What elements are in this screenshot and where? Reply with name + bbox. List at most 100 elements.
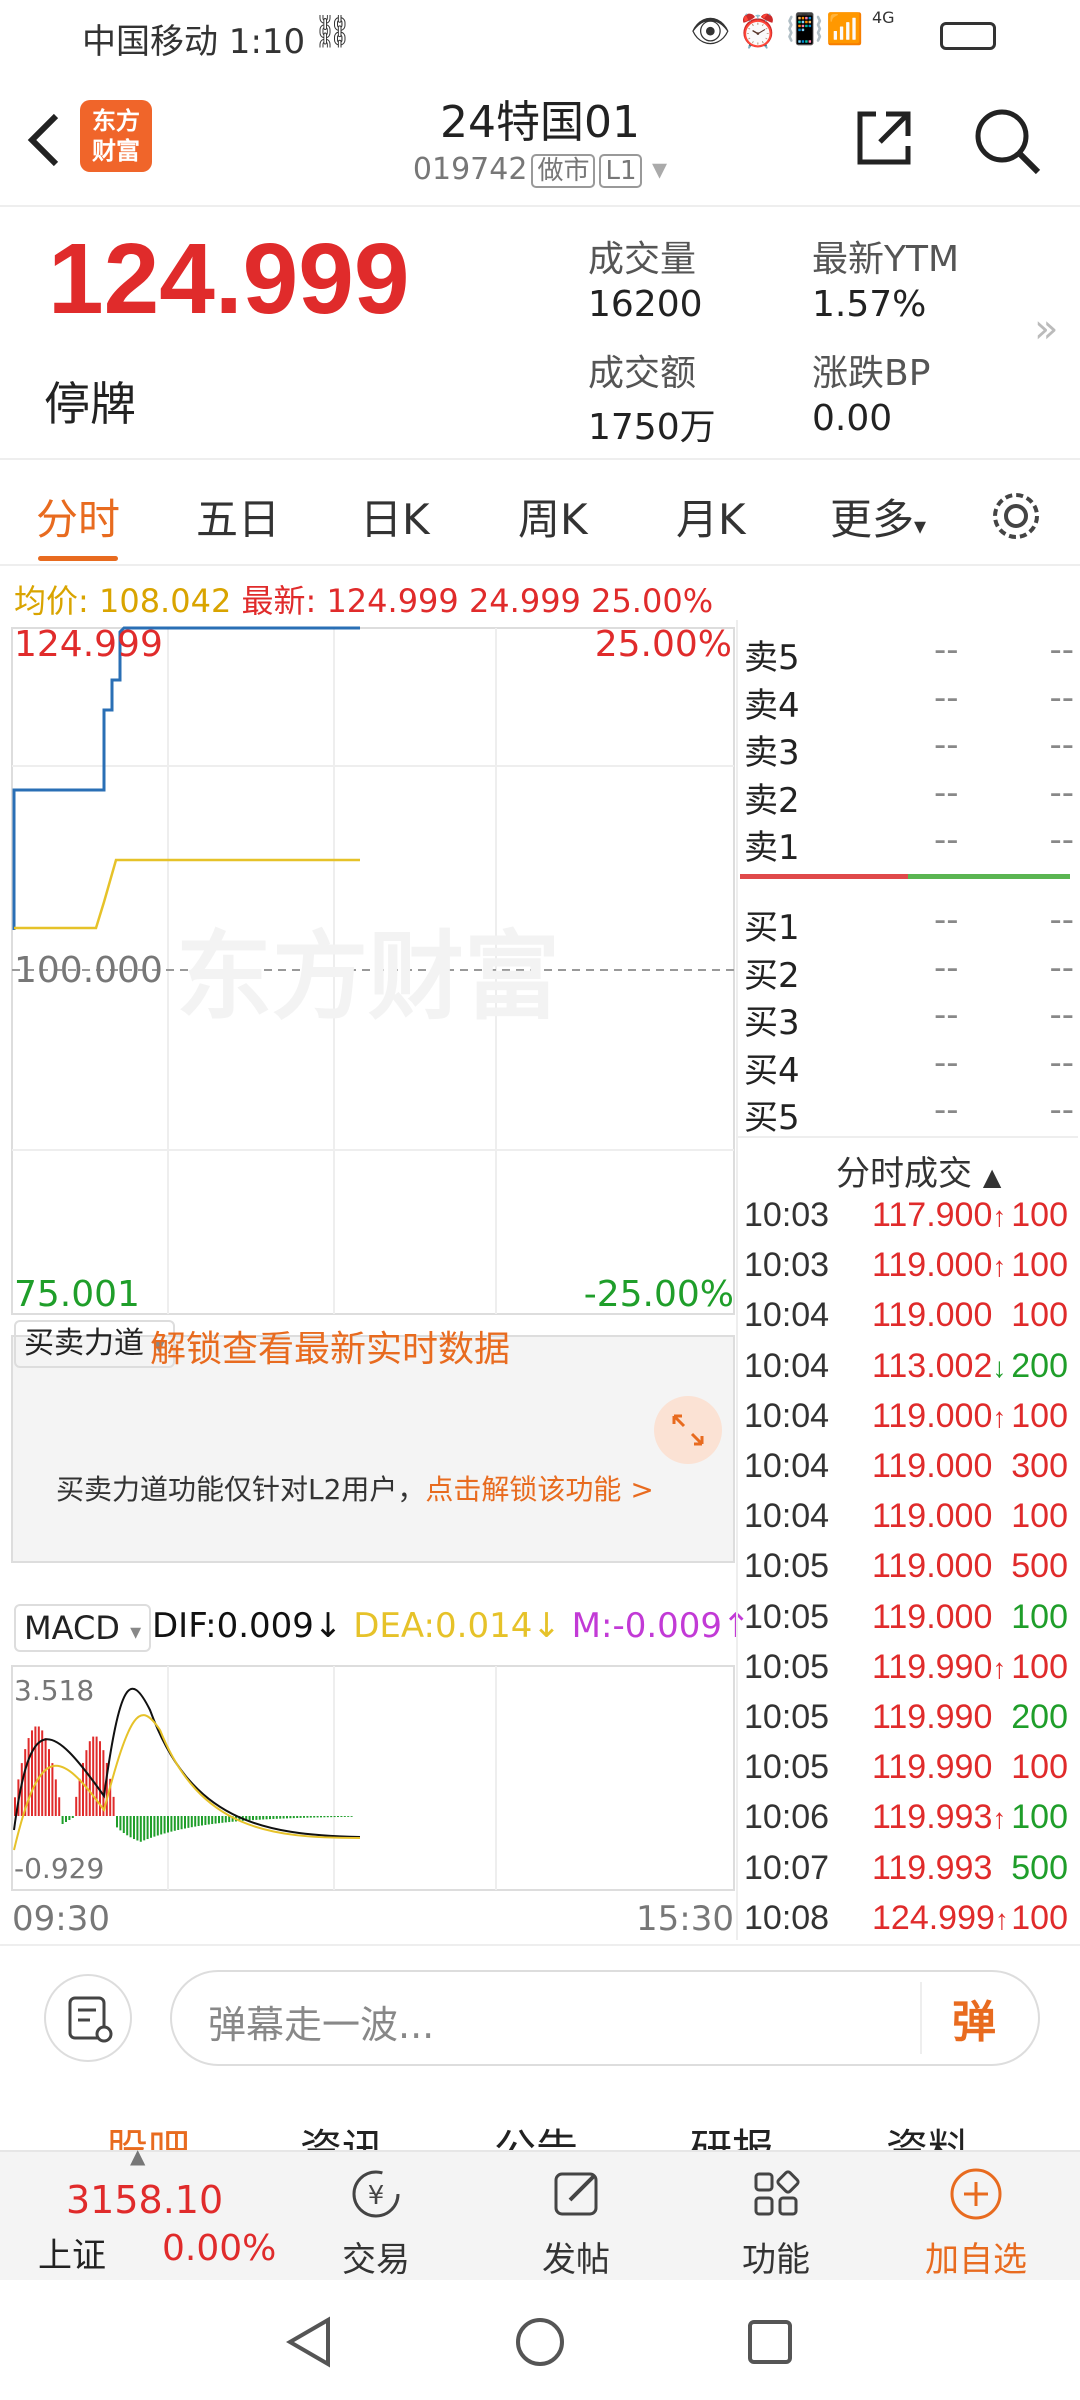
macd-bar	[296, 1816, 299, 1818]
trade-price: 119.000	[872, 1447, 992, 1486]
macd-bar	[309, 1816, 312, 1818]
macd-bar	[313, 1816, 316, 1818]
macd-bar	[289, 1816, 292, 1819]
macd-bar	[82, 1762, 84, 1816]
security-code-line: 019742 做市 L1 ▾	[0, 150, 1080, 188]
macd-bar	[146, 1816, 149, 1840]
expand-chevron-icon[interactable]: »	[1034, 306, 1058, 352]
nav-add-label: 加自选	[925, 2240, 1027, 2280]
trade-time: 10:04	[744, 1447, 830, 1485]
buy-volume: --	[1049, 1042, 1074, 1083]
trade-price: 119.000	[872, 1296, 992, 1335]
divider	[0, 1944, 1080, 1946]
buy-row: 买1 -- --	[744, 900, 1074, 948]
tab-profile[interactable]: 资料	[886, 2116, 970, 2150]
divider	[920, 1982, 922, 2054]
trade-price-value: 119.990	[872, 1647, 993, 1686]
bp-value: 0.00	[812, 398, 893, 439]
settings-icon[interactable]	[988, 488, 1044, 544]
force-unlock-link[interactable]: 点击解锁该功能 >	[425, 1473, 653, 1506]
trade-price-value: 119.000	[872, 1246, 993, 1285]
tab-guba[interactable]: 股吧	[106, 2116, 190, 2150]
sell-level-label: 卖1	[744, 828, 800, 868]
sell-volume: --	[1049, 725, 1074, 765]
index-ticker[interactable]: ▲ 3158.10 上证 0.00%	[0, 2144, 300, 2282]
trade-price: 119.993	[872, 1849, 992, 1888]
change-value: 24.999	[468, 582, 581, 620]
book-divider-bar	[740, 874, 1070, 879]
tab-weekly-k[interactable]: 周K	[518, 486, 588, 547]
trade-volume: 500	[1011, 1848, 1068, 1887]
trade-row: 10:04 113.002↓ 200	[744, 1347, 1074, 1397]
macd-bar	[224, 1816, 227, 1823]
tab-daily-k[interactable]: 日K	[360, 486, 430, 547]
tab-news[interactable]: 资讯	[300, 2116, 384, 2150]
trades-title[interactable]: 分时成交 ▲	[836, 1146, 1001, 1195]
macd-bar	[187, 1816, 190, 1828]
force-notice-text: 买卖力道功能仅针对L2用户，	[56, 1473, 426, 1506]
average-price-line: 均价: 108.042 最新: 124.999 24.999 25.00%	[14, 576, 713, 622]
trade-direction-arrow: ↑	[992, 1201, 1007, 1232]
macd-bar	[136, 1816, 139, 1841]
top-pct-label: 25.00%	[595, 624, 732, 665]
nav-functions[interactable]: 功能	[706, 2162, 846, 2281]
intraday-chart[interactable]: 东方财富 124.999 25.00% 100.000 75.001 -25.0…	[0, 620, 740, 1940]
macd-bar	[194, 1816, 197, 1827]
trade-row: 10:05 119.990↑ 100	[744, 1648, 1074, 1698]
trade-price-value: 119.993	[872, 1848, 993, 1887]
expand-circle[interactable]	[654, 1396, 722, 1464]
tab-five-day[interactable]: 五日	[196, 486, 280, 547]
sell-level-label: 卖3	[744, 733, 800, 773]
sell-level-label: 卖4	[744, 685, 800, 726]
index-name: 上证	[38, 2236, 106, 2276]
recents-square-icon[interactable]	[740, 2312, 800, 2372]
vibrate-icon: 📳	[786, 12, 824, 47]
macd-bar	[58, 1797, 61, 1816]
sell-price: --	[934, 820, 959, 860]
danmu-send-button[interactable]: 弹	[952, 1986, 996, 2050]
macd-bar	[122, 1816, 125, 1834]
nav-trade[interactable]: ¥ 交易	[306, 2162, 446, 2281]
danmu-input[interactable]: 弹幕走一波... 弹	[170, 1970, 1040, 2066]
trade-time: 10:04	[744, 1396, 830, 1435]
trade-row: 10:05 119.000 500	[744, 1547, 1074, 1597]
share-icon[interactable]	[852, 106, 916, 170]
level-tag[interactable]: L1	[599, 154, 643, 188]
macd-bar	[340, 1816, 343, 1817]
alarm-icon: ⏰	[738, 12, 778, 50]
sell-bar	[740, 874, 908, 879]
ytm-label: 最新YTM	[812, 239, 960, 280]
trade-direction-arrow: ↑	[992, 1401, 1007, 1433]
tab-more[interactable]: 更多▾	[830, 486, 926, 547]
nav-post[interactable]: 发帖	[506, 2162, 646, 2281]
back-triangle-icon[interactable]	[280, 2312, 340, 2372]
trade-volume: 100	[1011, 1497, 1068, 1536]
caret-up-icon: ▲	[130, 2144, 146, 2168]
home-circle-icon[interactable]	[510, 2312, 570, 2372]
tab-announcement[interactable]: 公告	[494, 2116, 578, 2150]
edit-icon	[554, 2172, 598, 2216]
macd-selector[interactable]: MACD ▾	[14, 1604, 152, 1652]
trade-volume: 100	[1011, 1898, 1068, 1937]
tab-intraday[interactable]: 分时	[36, 486, 120, 547]
watermark: 东方财富	[176, 921, 560, 1033]
search-icon[interactable]	[970, 104, 1042, 176]
macd-bar	[337, 1816, 339, 1818]
danmu-settings-button[interactable]	[44, 1974, 132, 2062]
nav-post-label: 发帖	[542, 2240, 610, 2280]
nav-add-watchlist[interactable]: 加自选	[906, 2162, 1046, 2281]
macd-bar	[177, 1816, 180, 1830]
unlock-realtime-link[interactable]: 解锁查看最新实时数据	[150, 1320, 510, 1372]
trade-volume: 100	[1011, 1597, 1068, 1636]
trade-price: 119.000	[872, 1598, 992, 1637]
macd-bar	[65, 1816, 67, 1822]
macd-bar	[286, 1816, 288, 1819]
macd-bar	[316, 1816, 319, 1818]
tab-monthly-k[interactable]: 月K	[676, 486, 746, 547]
tab-research[interactable]: 研报	[690, 2116, 774, 2150]
trade-row: 10:05 119.000 100	[744, 1598, 1074, 1648]
avg-price-line	[14, 858, 360, 930]
macd-bar	[275, 1816, 278, 1819]
chevron-down-icon[interactable]: ▾	[652, 152, 667, 187]
trade-time: 10:05	[744, 1748, 830, 1787]
